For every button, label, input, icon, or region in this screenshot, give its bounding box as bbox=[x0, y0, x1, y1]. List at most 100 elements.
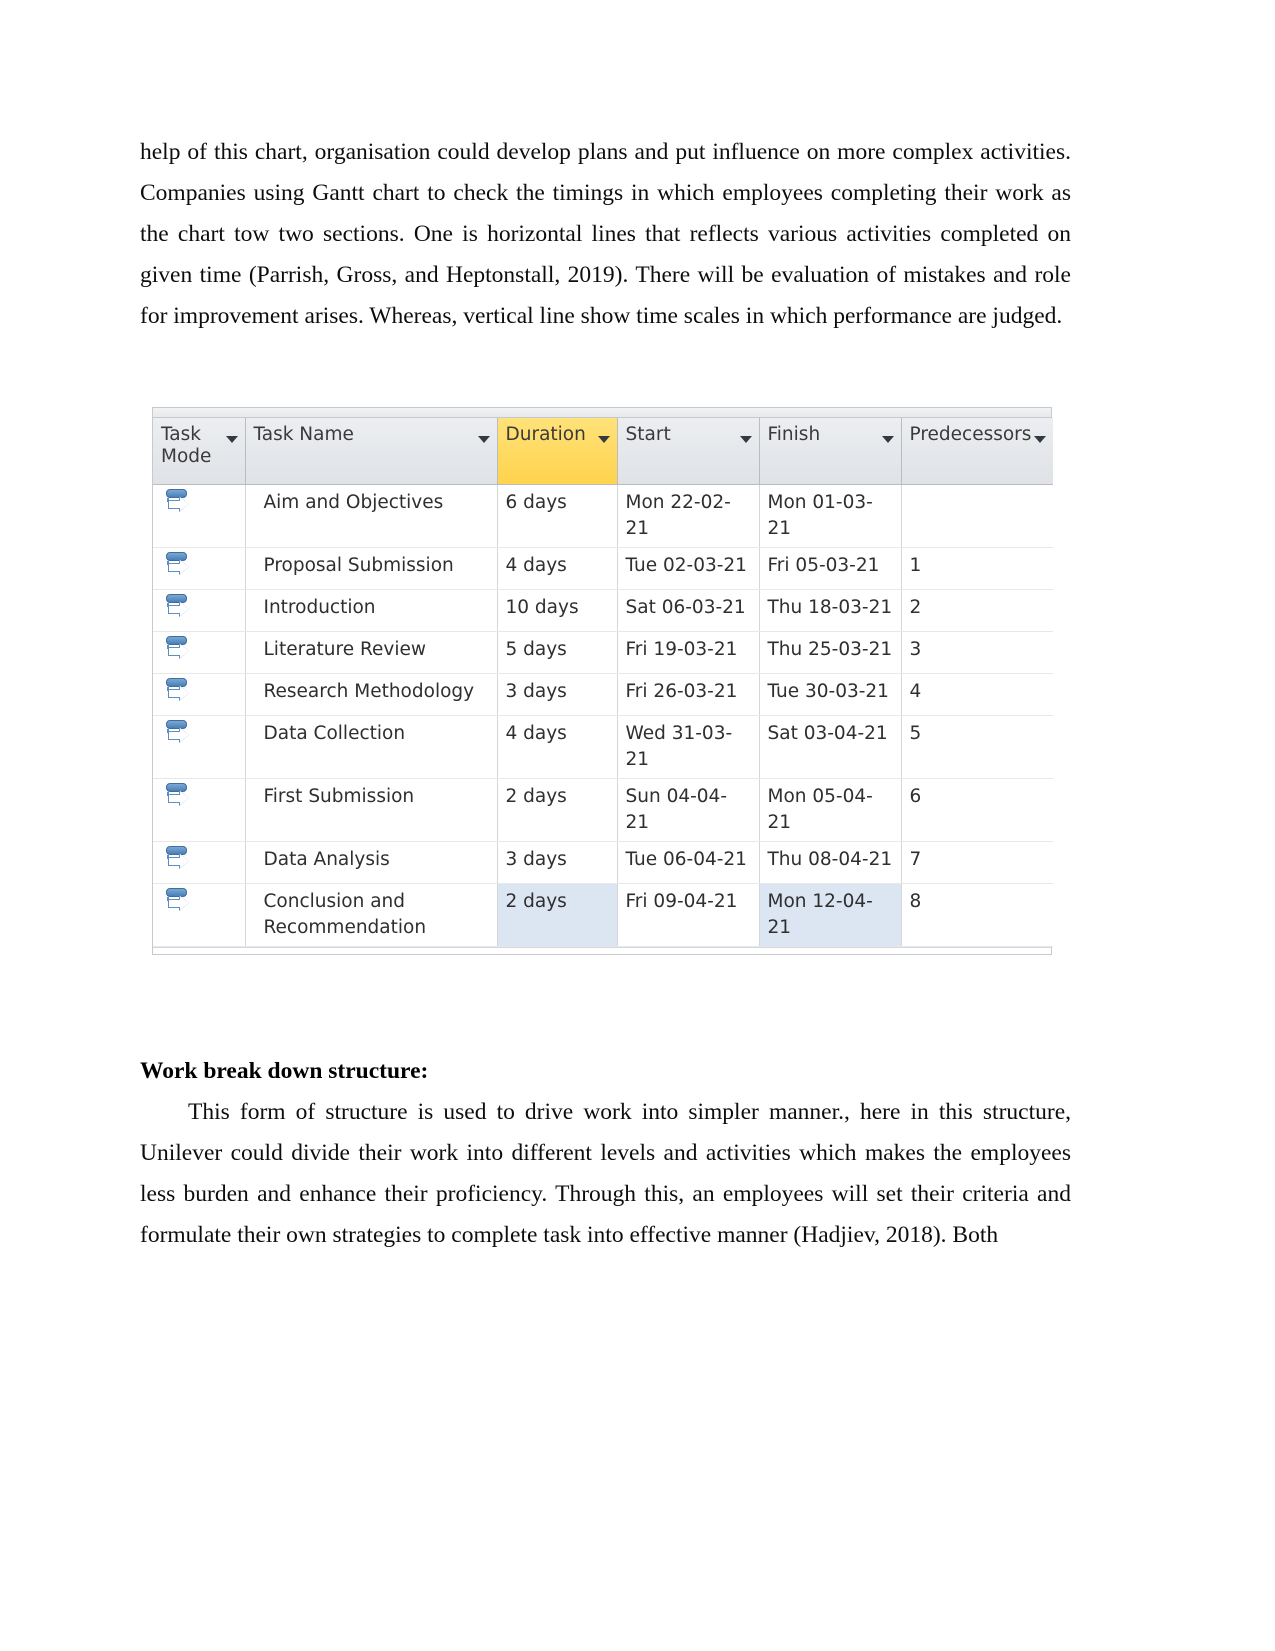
cell-finish[interactable]: Thu 18-03-21 bbox=[759, 589, 902, 632]
table-row[interactable]: Introduction 10 days Sat 06-03-21 Thu 18-03… bbox=[153, 589, 1053, 632]
cell-duration[interactable]: 6 days bbox=[497, 484, 618, 548]
auto-schedule-icon bbox=[165, 783, 191, 808]
cell-task-name[interactable]: Research Methodology bbox=[245, 673, 498, 716]
cell-finish[interactable]: Sat 03-04-21 bbox=[759, 715, 902, 779]
cell-duration[interactable]: 10 days bbox=[497, 589, 618, 632]
filter-dropdown-icon-start[interactable] bbox=[739, 436, 752, 443]
cell-start[interactable]: Wed 31-03-21 bbox=[617, 715, 760, 779]
cell-predecessors[interactable]: 7 bbox=[901, 841, 1053, 884]
task-table: Task Mode Task Name Duration Start Finis… bbox=[153, 418, 1053, 947]
cell-start[interactable]: Fri 26-03-21 bbox=[617, 673, 760, 716]
auto-schedule-icon bbox=[165, 636, 191, 661]
column-header-predecessors-label: Predecessors bbox=[909, 424, 1032, 445]
filter-dropdown-icon-finish[interactable] bbox=[881, 436, 894, 443]
cell-predecessors[interactable]: 1 bbox=[901, 547, 1053, 590]
cell-duration[interactable]: 4 days bbox=[497, 715, 618, 779]
cell-task-name[interactable]: Introduction bbox=[245, 589, 498, 632]
cell-task-name[interactable]: Data Collection bbox=[245, 715, 498, 779]
cell-predecessors[interactable]: 4 bbox=[901, 673, 1053, 716]
paragraph-wbs-description: This form of structure is used to drive … bbox=[140, 1099, 1071, 1248]
heading-work-break-down-structure: Work break down structure: bbox=[140, 1058, 429, 1084]
auto-schedule-icon bbox=[165, 594, 191, 619]
cell-finish[interactable]: Tue 30-03-21 bbox=[759, 673, 902, 716]
cell-task-mode[interactable] bbox=[153, 484, 246, 548]
table-body: Aim and Objectives 6 days Mon 22-02-21 Mon … bbox=[153, 484, 1053, 947]
auto-schedule-icon bbox=[165, 489, 191, 514]
auto-schedule-icon bbox=[165, 678, 191, 703]
cell-task-mode[interactable] bbox=[153, 841, 246, 884]
cell-duration[interactable]: 4 days bbox=[497, 547, 618, 590]
page-content: help of this chart, organisation could d… bbox=[140, 132, 1071, 1256]
cell-finish[interactable]: Fri 05-03-21 bbox=[759, 547, 902, 590]
cell-start[interactable]: Fri 09-04-21 bbox=[617, 883, 760, 947]
cell-task-mode[interactable] bbox=[153, 589, 246, 632]
cell-task-name[interactable]: Conclusion and Recommendation bbox=[245, 883, 498, 947]
document-page: help of this chart, organisation could d… bbox=[0, 0, 1275, 1651]
cell-duration[interactable]: 5 days bbox=[497, 631, 618, 674]
column-header-finish-label: Finish bbox=[767, 424, 821, 445]
cell-finish[interactable]: Thu 25-03-21 bbox=[759, 631, 902, 674]
cell-task-mode[interactable] bbox=[153, 673, 246, 716]
cell-predecessors[interactable]: 6 bbox=[901, 778, 1053, 842]
table-row[interactable]: Conclusion and Recommendation 2 days Fri 0… bbox=[153, 883, 1053, 947]
column-header-start-label: Start bbox=[625, 424, 671, 445]
column-header-duration[interactable]: Duration bbox=[497, 418, 618, 485]
table-bottom-strip bbox=[153, 947, 1051, 954]
column-header-duration-label: Duration bbox=[505, 424, 586, 445]
cell-task-mode[interactable] bbox=[153, 715, 246, 779]
cell-task-mode[interactable] bbox=[153, 883, 246, 947]
cell-predecessors[interactable]: 5 bbox=[901, 715, 1053, 779]
table-top-strip bbox=[153, 408, 1051, 418]
cell-task-mode[interactable] bbox=[153, 547, 246, 590]
cell-finish[interactable]: Thu 08-04-21 bbox=[759, 841, 902, 884]
cell-predecessors[interactable]: 3 bbox=[901, 631, 1053, 674]
auto-schedule-icon bbox=[165, 846, 191, 871]
filter-dropdown-icon-predecessors[interactable] bbox=[1034, 436, 1046, 443]
cell-start[interactable]: Sun 04-04-21 bbox=[617, 778, 760, 842]
cell-start[interactable]: Tue 02-03-21 bbox=[617, 547, 760, 590]
table-row[interactable]: Data Collection 4 days Wed 31-03-21 Sat 03-… bbox=[153, 715, 1053, 779]
cell-duration[interactable]: 2 days bbox=[497, 883, 618, 947]
column-header-task-mode[interactable]: Task Mode bbox=[153, 418, 246, 485]
cell-start[interactable]: Sat 06-03-21 bbox=[617, 589, 760, 632]
cell-duration[interactable]: 3 days bbox=[497, 673, 618, 716]
table-row[interactable]: Data Analysis 3 days Tue 06-04-21 Thu 08-04… bbox=[153, 841, 1053, 884]
cell-task-mode[interactable] bbox=[153, 631, 246, 674]
column-header-finish[interactable]: Finish bbox=[759, 418, 902, 485]
table-row[interactable]: Aim and Objectives 6 days Mon 22-02-21 Mon … bbox=[153, 484, 1053, 548]
cell-predecessors[interactable]: 8 bbox=[901, 883, 1053, 947]
cell-finish[interactable]: Mon 01-03-21 bbox=[759, 484, 902, 548]
cell-start[interactable]: Tue 06-04-21 bbox=[617, 841, 760, 884]
table-row[interactable]: Proposal Submission 4 days Tue 02-03-21 Fri… bbox=[153, 547, 1053, 590]
cell-task-name[interactable]: Literature Review bbox=[245, 631, 498, 674]
table-row[interactable]: First Submission 2 days Sun 04-04-21 Mon 05… bbox=[153, 778, 1053, 842]
cell-start[interactable]: Mon 22-02-21 bbox=[617, 484, 760, 548]
cell-duration[interactable]: 3 days bbox=[497, 841, 618, 884]
cell-task-name[interactable]: Proposal Submission bbox=[245, 547, 498, 590]
filter-dropdown-icon-task-mode[interactable] bbox=[225, 436, 238, 443]
column-header-start[interactable]: Start bbox=[617, 418, 760, 485]
column-header-task-name-label: Task Name bbox=[253, 424, 354, 445]
table-row[interactable]: Research Methodology 3 days Fri 26-03-21 Tu… bbox=[153, 673, 1053, 716]
filter-dropdown-icon-duration[interactable] bbox=[597, 436, 610, 443]
auto-schedule-icon bbox=[165, 552, 191, 577]
column-header-task-name[interactable]: Task Name bbox=[245, 418, 498, 485]
column-header-predecessors[interactable]: Predecessors bbox=[901, 418, 1053, 485]
cell-task-name[interactable]: Data Analysis bbox=[245, 841, 498, 884]
paragraph-gantt-description: help of this chart, organisation could d… bbox=[140, 139, 1071, 329]
cell-predecessors[interactable] bbox=[901, 484, 1053, 548]
auto-schedule-icon bbox=[165, 720, 191, 745]
filter-dropdown-icon-task-name[interactable] bbox=[477, 436, 490, 443]
cell-finish[interactable]: Mon 05-04-21 bbox=[759, 778, 902, 842]
cell-task-name[interactable]: Aim and Objectives bbox=[245, 484, 498, 548]
table-row[interactable]: Literature Review 5 days Fri 19-03-21 Thu 2… bbox=[153, 631, 1053, 674]
auto-schedule-icon bbox=[165, 888, 191, 913]
cell-predecessors[interactable]: 2 bbox=[901, 589, 1053, 632]
cell-duration[interactable]: 2 days bbox=[497, 778, 618, 842]
cell-task-name[interactable]: First Submission bbox=[245, 778, 498, 842]
cell-start[interactable]: Fri 19-03-21 bbox=[617, 631, 760, 674]
cell-task-mode[interactable] bbox=[153, 778, 246, 842]
cell-finish[interactable]: Mon 12-04-21 bbox=[759, 883, 902, 947]
